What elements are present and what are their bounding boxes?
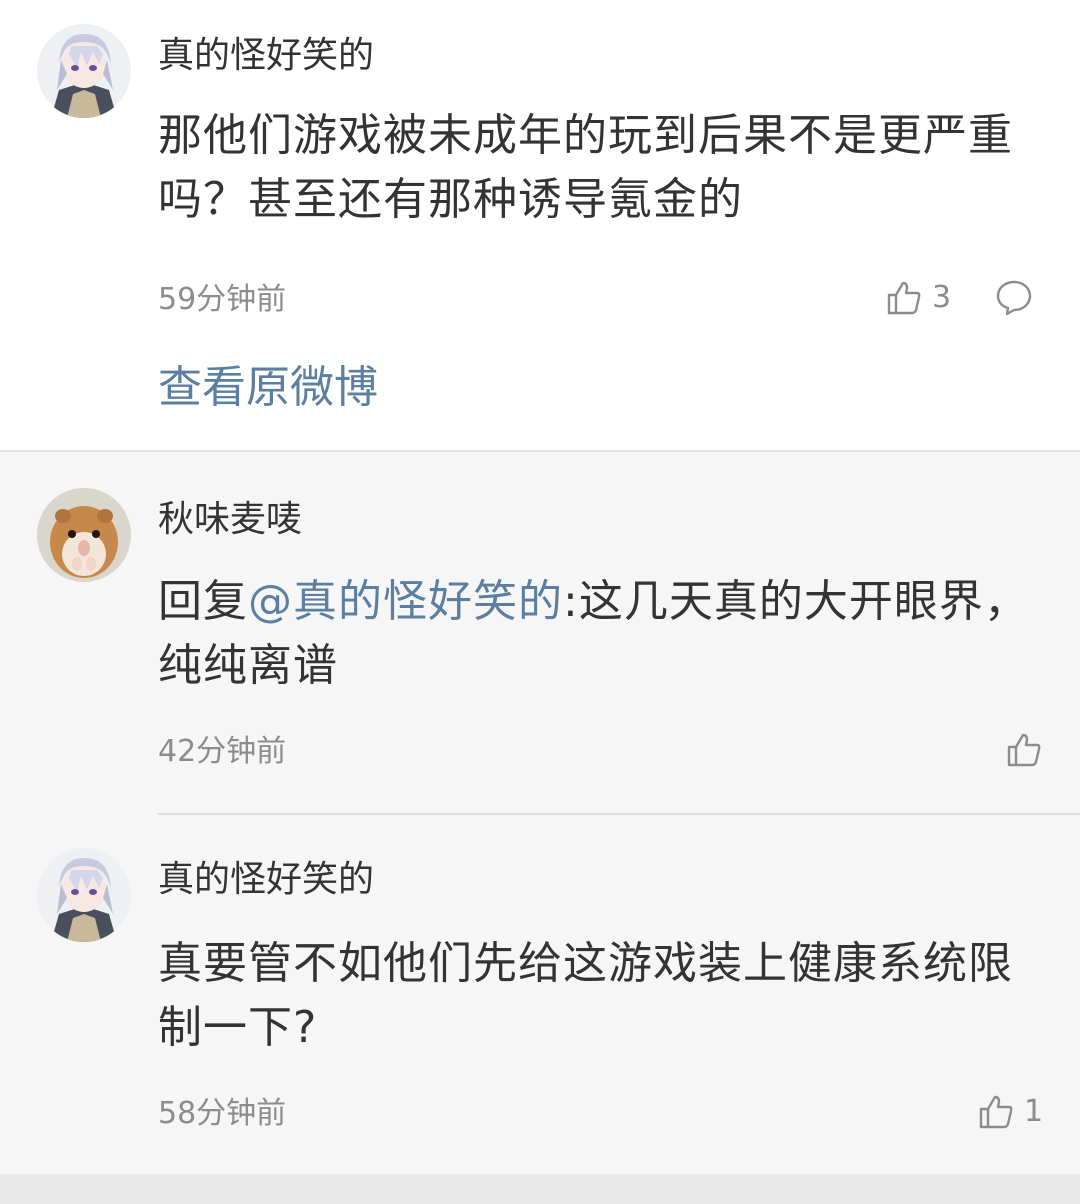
view-original-link[interactable]: 查看原微博 — [158, 358, 378, 418]
reply-avatar[interactable] — [37, 488, 131, 582]
reply-text: 真要管不如他们先给这游戏装上健康系统限制一下? — [158, 938, 1013, 1053]
user-avatar[interactable] — [37, 24, 131, 118]
thumbs-up-icon — [1007, 733, 1041, 767]
hamster-avatar-image — [37, 488, 131, 582]
mention-link[interactable]: @真的怪好笑的 — [248, 576, 563, 627]
reply-avatar[interactable] — [37, 848, 131, 942]
reply-username[interactable]: 秋味麦唛 — [158, 498, 302, 542]
comment-bubble-icon — [996, 280, 1032, 316]
like-count: 1 — [1024, 1094, 1044, 1129]
reply-text: 回复@真的怪好笑的:这几天真的大开眼界，纯纯离谱 — [158, 570, 1038, 698]
comment-text: 那他们游戏被未成年的玩到后果不是更严重吗？甚至还有那种诱导氪金的 — [158, 110, 1013, 225]
main-comment: 真的怪好笑的 那他们游戏被未成年的玩到后果不是更严重吗？甚至还有那种诱导氪金的 … — [0, 0, 1080, 450]
like-count: 3 — [932, 280, 952, 315]
like-button[interactable]: 3 — [886, 280, 951, 316]
reply-time: 42分钟前 — [158, 734, 287, 769]
comment-username[interactable]: 真的怪好笑的 — [158, 34, 374, 78]
bottom-band — [0, 1174, 1080, 1204]
reply-divider — [158, 813, 1080, 815]
anime-avatar-image — [37, 848, 131, 942]
comment-time: 59分钟前 — [158, 282, 287, 317]
reply-prefix: 回复 — [158, 576, 248, 627]
like-button[interactable] — [1006, 732, 1052, 768]
like-button[interactable]: 1 — [978, 1094, 1043, 1130]
anime-avatar-image — [37, 24, 131, 118]
thumbs-up-icon — [979, 1095, 1013, 1129]
thumbs-up-icon — [887, 281, 921, 315]
comment-button[interactable] — [995, 279, 1033, 321]
reply-username[interactable]: 真的怪好笑的 — [158, 858, 374, 902]
reply-time: 58分钟前 — [158, 1096, 287, 1131]
